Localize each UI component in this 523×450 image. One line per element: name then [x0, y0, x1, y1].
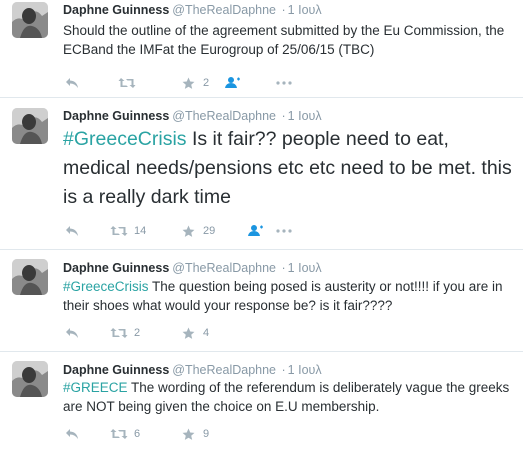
- retweet-icon: [110, 425, 128, 443]
- retweet-count: 6: [134, 428, 141, 440]
- reply-icon: [63, 74, 81, 92]
- separator-dot: ·: [281, 261, 286, 275]
- tweet-text: Should the outline of the agreement subm…: [63, 21, 513, 59]
- reply-button[interactable]: [63, 324, 81, 342]
- author-handle[interactable]: @TheRealDaphne: [172, 363, 276, 377]
- tweet-actions: 14 29: [63, 222, 513, 240]
- tweet-text-part: The wording of the referendum is deliber…: [63, 380, 510, 414]
- favorite-count: 2: [203, 77, 210, 89]
- reply-icon: [63, 425, 81, 443]
- follow-icon: [247, 222, 265, 240]
- retweet-count: 14: [134, 225, 147, 237]
- favorite-button[interactable]: 9: [179, 425, 209, 443]
- retweet-button[interactable]: [118, 74, 142, 92]
- tweet-actions: 6 9: [63, 425, 513, 443]
- tweet-timeline: Daphne Guinness @TheRealDaphne · 1 Ιουλ Sh…: [0, 0, 523, 450]
- hashtag-link[interactable]: #GreeceCrisis: [63, 128, 187, 150]
- author-handle[interactable]: @TheRealDaphne: [172, 261, 276, 275]
- avatar[interactable]: [12, 259, 48, 295]
- tweet[interactable]: Daphne Guinness @TheRealDaphne · 1 Ιουλ #G…: [0, 250, 523, 352]
- favorite-count: 9: [203, 428, 210, 440]
- retweet-icon: [110, 222, 128, 240]
- author-name[interactable]: Daphne Guinness: [63, 109, 169, 123]
- tweet-text-part: Should the outline of the agreement subm…: [63, 23, 505, 57]
- tweet-time[interactable]: 1 Ιουλ: [288, 261, 322, 275]
- reply-button[interactable]: [63, 425, 81, 443]
- tweet-header: Daphne Guinness @TheRealDaphne · 1 Ιουλ: [63, 108, 322, 124]
- author-handle[interactable]: @TheRealDaphne: [172, 109, 276, 123]
- tweet-text: #GreeceCrisis The question being posed i…: [63, 277, 513, 315]
- tweet-header: Daphne Guinness @TheRealDaphne · 1 Ιουλ: [63, 260, 322, 276]
- favorite-count: 4: [203, 327, 210, 339]
- favorite-count: 29: [203, 225, 216, 237]
- author-name[interactable]: Daphne Guinness: [63, 261, 169, 275]
- more-icon: [275, 222, 293, 240]
- tweet-time[interactable]: 1 Ιουλ: [288, 109, 322, 123]
- tweet-actions: 2: [63, 74, 513, 92]
- favorite-button[interactable]: 29: [179, 222, 215, 240]
- more-button[interactable]: [275, 74, 293, 92]
- tweet-actions: 2 4: [63, 324, 513, 342]
- tweet[interactable]: Daphne Guinness @TheRealDaphne · 1 Ιουλ #G…: [0, 98, 523, 250]
- more-button[interactable]: [275, 222, 293, 240]
- tweet-time[interactable]: 1 Ιουλ: [288, 3, 322, 17]
- avatar[interactable]: [12, 361, 48, 397]
- tweet-header: Daphne Guinness @TheRealDaphne · 1 Ιουλ: [63, 362, 322, 378]
- separator-dot: ·: [281, 363, 286, 377]
- retweet-button[interactable]: 2: [110, 324, 140, 342]
- tweet[interactable]: Daphne Guinness @TheRealDaphne · 1 Ιουλ #G…: [0, 352, 523, 450]
- reply-icon: [63, 324, 81, 342]
- tweet-header: Daphne Guinness @TheRealDaphne · 1 Ιουλ: [63, 2, 322, 18]
- retweet-button[interactable]: 14: [110, 222, 146, 240]
- follow-button[interactable]: [247, 222, 265, 240]
- tweet[interactable]: Daphne Guinness @TheRealDaphne · 1 Ιουλ Sh…: [0, 0, 523, 98]
- author-name[interactable]: Daphne Guinness: [63, 3, 169, 17]
- author-handle[interactable]: @TheRealDaphne: [172, 3, 276, 17]
- retweet-button[interactable]: 6: [110, 425, 140, 443]
- author-name[interactable]: Daphne Guinness: [63, 363, 169, 377]
- hashtag-link[interactable]: #GreeceCrisis: [63, 279, 149, 294]
- star-icon: [179, 222, 197, 240]
- reply-icon: [63, 222, 81, 240]
- separator-dot: ·: [281, 109, 286, 123]
- tweet-text: #GREECE The wording of the referendum is…: [63, 378, 513, 416]
- reply-button[interactable]: [63, 222, 81, 240]
- star-icon: [179, 324, 197, 342]
- follow-button[interactable]: [224, 74, 242, 92]
- avatar[interactable]: [12, 2, 48, 38]
- tweet-text: #GreeceCrisis Is it fair?? people need t…: [63, 125, 513, 212]
- avatar[interactable]: [12, 108, 48, 144]
- retweet-count: 2: [134, 327, 141, 339]
- follow-icon: [224, 74, 242, 92]
- reply-button[interactable]: [63, 74, 81, 92]
- tweet-time[interactable]: 1 Ιουλ: [288, 363, 322, 377]
- hashtag-link[interactable]: #GREECE: [63, 380, 128, 395]
- favorite-button[interactable]: 2: [179, 74, 209, 92]
- star-icon: [179, 425, 197, 443]
- separator-dot: ·: [281, 3, 286, 17]
- more-icon: [275, 74, 293, 92]
- retweet-icon: [118, 74, 136, 92]
- favorite-button[interactable]: 4: [179, 324, 209, 342]
- star-icon: [179, 74, 197, 92]
- retweet-icon: [110, 324, 128, 342]
